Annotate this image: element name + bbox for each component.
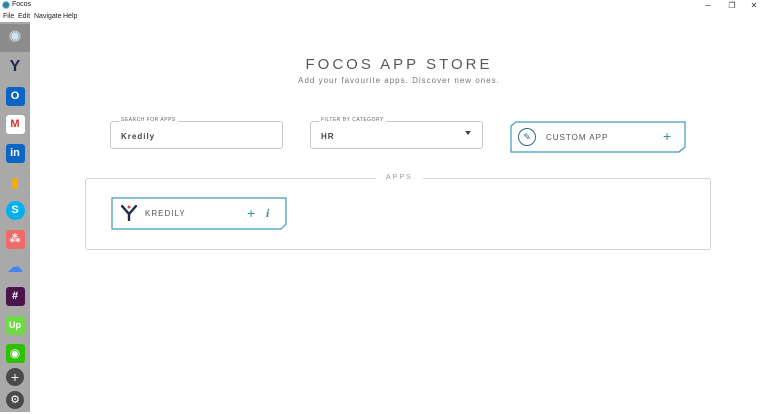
menu-bar: File Edit Navigate Help xyxy=(0,12,768,22)
title-bar: Focos ─ ❐ ✕ xyxy=(0,0,768,12)
sidebar-item-google-cloud[interactable]: ☁ xyxy=(0,254,30,282)
app-card-kredily[interactable]: KREDILY + i xyxy=(111,197,287,230)
outlook-icon: O xyxy=(5,86,25,106)
wrench-icon: ✎ xyxy=(518,128,536,146)
sidebar: ✺ Y O M in ▮ S ⁂ ☁ # Up ◉ + ⚙ xyxy=(0,22,30,412)
sidebar-item-kredily[interactable]: Y xyxy=(0,53,30,81)
custom-app-card[interactable]: ✎ CUSTOM APP + xyxy=(510,121,686,153)
apps-section: APPS KREDILY + i xyxy=(85,174,711,250)
search-value: Kredily xyxy=(121,132,156,141)
apps-section-label: APPS xyxy=(376,174,423,181)
upwork-icon: Up xyxy=(5,315,25,335)
menu-help[interactable]: Help xyxy=(63,13,77,20)
sidebar-item-skype[interactable]: S xyxy=(0,196,30,224)
sidebar-settings[interactable]: ⚙ xyxy=(0,386,30,414)
search-input[interactable]: SEARCH FOR APPS Kredily xyxy=(110,117,283,149)
minimize-button[interactable]: ─ xyxy=(696,0,720,12)
sidebar-item-outlook[interactable]: O xyxy=(0,82,30,110)
sidebar-item-gmail[interactable]: M xyxy=(0,110,30,138)
sidebar-item-asana[interactable]: ⁂ xyxy=(0,225,30,253)
add-app-button[interactable]: + xyxy=(247,206,255,220)
cloud-icon: ☁ xyxy=(7,259,23,276)
analytics-icon: ▮ xyxy=(11,174,19,190)
wechat-icon: ◉ xyxy=(5,343,25,363)
close-button[interactable]: ✕ xyxy=(742,0,766,12)
kredily-icon: Y xyxy=(9,58,21,75)
sidebar-item-upwork[interactable]: Up xyxy=(0,311,30,339)
app-store-main: FOCOS APP STORE Add your favourite apps.… xyxy=(30,22,768,412)
app-card-frame xyxy=(111,197,287,230)
sidebar-item-analytics[interactable]: ▮ xyxy=(0,168,30,196)
filter-value: HR xyxy=(321,132,335,141)
custom-app-label: CUSTOM APP xyxy=(546,133,609,142)
add-app-button[interactable]: + xyxy=(6,368,24,386)
slack-icon: # xyxy=(5,286,25,306)
menu-edit[interactable]: Edit xyxy=(18,13,30,20)
page-title: FOCOS APP STORE xyxy=(305,56,493,73)
add-custom-app-button[interactable]: + xyxy=(663,129,671,143)
page-subtitle: Add your favourite apps. Discover new on… xyxy=(298,76,500,85)
sidebar-item-focos[interactable]: ✺ xyxy=(0,24,30,52)
menu-navigate[interactable]: Navigate xyxy=(34,13,62,20)
window-title: Focos xyxy=(12,1,32,8)
gmail-icon: M xyxy=(5,114,25,134)
info-icon[interactable]: i xyxy=(266,206,269,221)
category-filter-select[interactable]: FILTER BY CATEGORY HR xyxy=(310,117,483,149)
asana-icon: ⁂ xyxy=(5,229,25,249)
focos-window-icon xyxy=(2,1,10,9)
skype-icon: S xyxy=(5,200,25,220)
kredily-icon xyxy=(121,205,137,221)
app-name: KREDILY xyxy=(145,209,186,218)
filter-label: FILTER BY CATEGORY xyxy=(319,117,386,123)
linkedin-icon: in xyxy=(5,143,25,163)
search-label: SEARCH FOR APPS xyxy=(119,117,178,123)
sidebar-item-linkedin[interactable]: in xyxy=(0,139,30,167)
menu-file[interactable]: File xyxy=(3,13,14,20)
settings-icon[interactable]: ⚙ xyxy=(6,391,24,409)
chevron-down-icon[interactable] xyxy=(465,131,471,135)
maximize-button[interactable]: ❐ xyxy=(720,0,744,12)
sidebar-item-slack[interactable]: # xyxy=(0,282,30,310)
focos-logo-icon: ✺ xyxy=(8,29,22,46)
